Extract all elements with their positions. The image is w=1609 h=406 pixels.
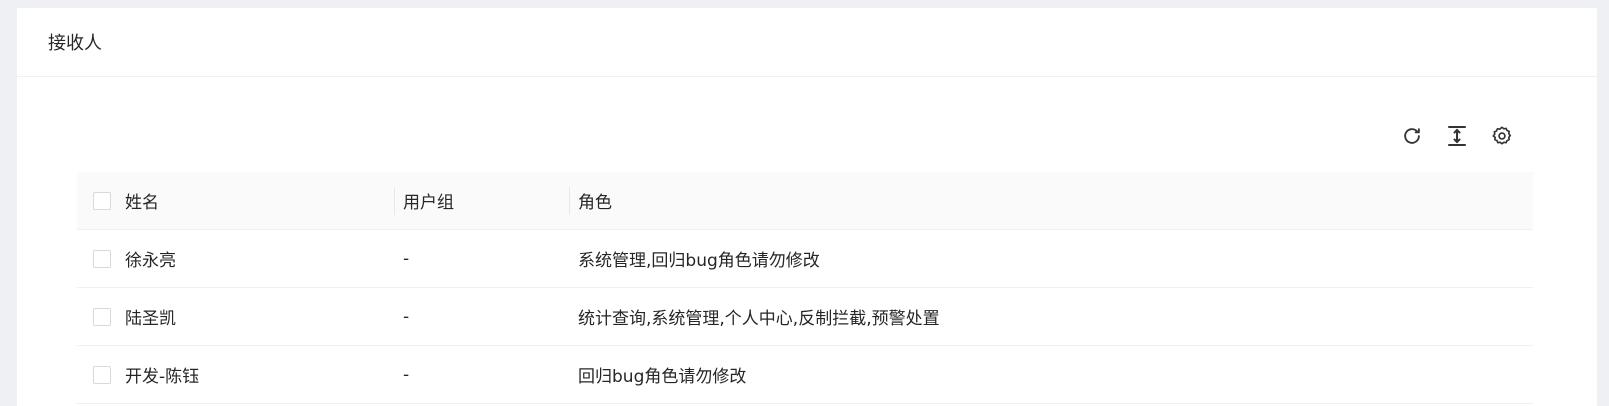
cell-name: 陆圣凯 bbox=[125, 309, 176, 329]
refresh-icon bbox=[1404, 128, 1420, 144]
cell-role: 回归bug角色请勿修改 bbox=[578, 367, 747, 387]
cell-group: - bbox=[403, 248, 410, 269]
cell-role: 统计查询,系统管理,个人中心,反制拦截,预警处置 bbox=[578, 309, 940, 329]
density-button[interactable] bbox=[1445, 124, 1469, 148]
column-divider bbox=[569, 186, 570, 215]
table-row[interactable]: 开发-陈钰 - 回归bug角色请勿修改 bbox=[77, 346, 1533, 404]
settings-icon bbox=[1492, 126, 1512, 145]
cell-role: 系统管理,回归bug角色请勿修改 bbox=[578, 251, 820, 271]
cell-group: - bbox=[403, 306, 410, 327]
table-row[interactable]: 徐永亮 - 系统管理,回归bug角色请勿修改 bbox=[77, 230, 1533, 288]
cell-name: 徐永亮 bbox=[125, 251, 176, 271]
cell-group: - bbox=[403, 364, 410, 385]
column-header-name: 姓名 bbox=[125, 193, 159, 213]
column-header-role: 角色 bbox=[578, 193, 612, 213]
row-checkbox[interactable] bbox=[93, 307, 111, 326]
column-settings-button[interactable] bbox=[1490, 124, 1514, 148]
card-header: 接收人 bbox=[17, 8, 1597, 77]
column-divider bbox=[394, 186, 395, 215]
column-header-group: 用户组 bbox=[403, 193, 454, 213]
table-row[interactable]: 陆圣凯 - 统计查询,系统管理,个人中心,反制拦截,预警处置 bbox=[77, 288, 1533, 346]
refresh-button[interactable] bbox=[1400, 124, 1424, 148]
cell-name: 开发-陈钰 bbox=[125, 367, 200, 387]
density-icon bbox=[1448, 126, 1466, 146]
card-title: 接收人 bbox=[48, 33, 102, 54]
row-checkbox[interactable] bbox=[93, 249, 111, 268]
select-all-checkbox[interactable] bbox=[93, 191, 111, 210]
receivers-card: 接收人 姓名 用户组 角色 徐永亮 - 系统管理,回归bug角色请勿修改 陆圣凯… bbox=[17, 8, 1597, 406]
table-toolbar bbox=[1400, 124, 1514, 148]
receivers-table: 姓名 用户组 角色 徐永亮 - 系统管理,回归bug角色请勿修改 陆圣凯 - 统… bbox=[77, 172, 1533, 404]
row-checkbox[interactable] bbox=[93, 365, 111, 384]
table-header-row: 姓名 用户组 角色 bbox=[77, 172, 1533, 230]
